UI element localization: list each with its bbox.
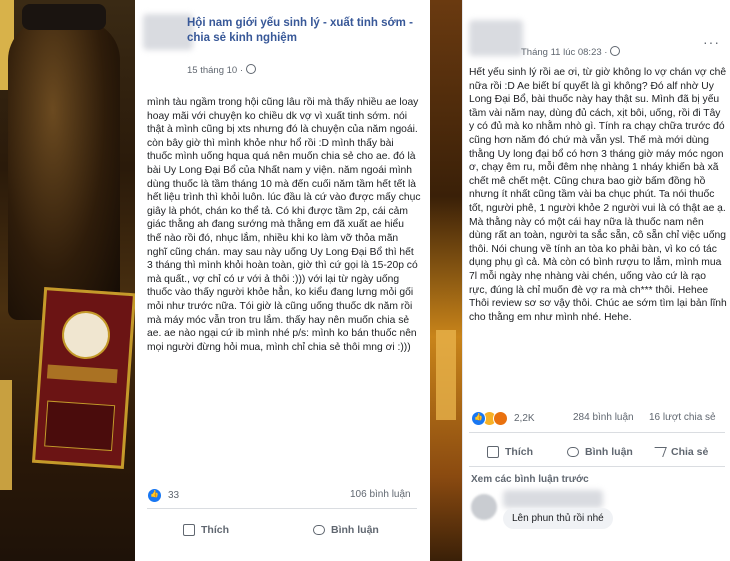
facebook-post-right: Tháng 11 lúc 08:23 · ··· Hết yếu sinh lý… (462, 0, 730, 561)
thumbs-up-icon (487, 446, 499, 458)
post-body: mình tàu ngầm trong hội cũng lâu rồi mà … (147, 97, 421, 353)
post-date: 15 tháng 10 · (187, 64, 256, 76)
like-reaction-icon (471, 411, 486, 426)
author-avatar-blurred (143, 14, 193, 50)
like-button[interactable]: Thích (183, 524, 229, 536)
view-previous-comments-link[interactable]: Xem các bình luận trước (471, 474, 589, 485)
comment-text: Lên phun thủ rồi nhé (512, 513, 604, 524)
photo-detail (0, 380, 12, 490)
wine-jar-image (8, 20, 120, 320)
reactions-count: 2,2K (514, 413, 535, 424)
divider (469, 466, 725, 467)
comment-bubble: Lên phun thủ rồi nhé (503, 508, 613, 529)
product-photo-left (0, 0, 135, 561)
comment-label: Bình luận (585, 446, 633, 458)
share-button[interactable]: Chia sẻ (651, 446, 709, 458)
comment-button[interactable]: Bình luận (567, 446, 633, 458)
share-label: Chia sẻ (671, 446, 709, 458)
medicine-box-image (31, 287, 135, 469)
comment-button[interactable]: Bình luận (313, 524, 379, 536)
commenter-name-blurred (503, 490, 603, 508)
thumbs-up-icon (183, 524, 195, 536)
post-date: Tháng 11 lúc 08:23 · (521, 46, 621, 58)
facebook-post-left: Hội nam giới yếu sinh lý - xuất tinh sớm… (135, 0, 430, 561)
box-title-band (46, 364, 118, 384)
like-label: Thích (201, 524, 229, 536)
comment-icon (567, 447, 579, 457)
post-date-text: 15 tháng 10 · (187, 65, 243, 76)
box-label (44, 400, 116, 452)
angry-reaction-icon (493, 411, 508, 426)
divider (469, 432, 725, 433)
globe-icon (246, 64, 256, 74)
commenter-avatar-blurred[interactable] (471, 494, 497, 520)
divider (147, 508, 417, 509)
shares-count[interactable]: 16 lượt chia sẻ (649, 412, 716, 423)
share-icon (651, 447, 667, 457)
post-date-text: Tháng 11 lúc 08:23 · (521, 47, 608, 58)
more-options-icon[interactable]: ··· (703, 34, 720, 50)
box-emblem (60, 309, 112, 361)
comments-count[interactable]: 106 bình luận (350, 489, 411, 500)
reactions-count: 33 (168, 490, 180, 501)
post-body: Hết yếu sinh lý rồi ae ơi, từ giờ không … (469, 67, 727, 323)
reactions-summary[interactable]: 33 (147, 488, 179, 503)
like-label: Thích (505, 446, 533, 458)
globe-icon (610, 46, 621, 56)
photo-detail (436, 330, 456, 420)
like-button[interactable]: Thích (487, 446, 533, 458)
jar-lid-image (22, 4, 106, 30)
author-avatar-blurred (469, 20, 523, 56)
like-reaction-icon (147, 488, 162, 503)
group-name-link[interactable]: Hội nam giới yếu sinh lý - xuất tinh sớm… (187, 16, 417, 46)
comment-icon (313, 525, 325, 535)
comments-count[interactable]: 284 bình luận (573, 412, 634, 423)
comment-label: Bình luận (331, 524, 379, 536)
product-photo-middle (430, 0, 462, 561)
reactions-summary[interactable]: 2,2K (471, 411, 535, 426)
